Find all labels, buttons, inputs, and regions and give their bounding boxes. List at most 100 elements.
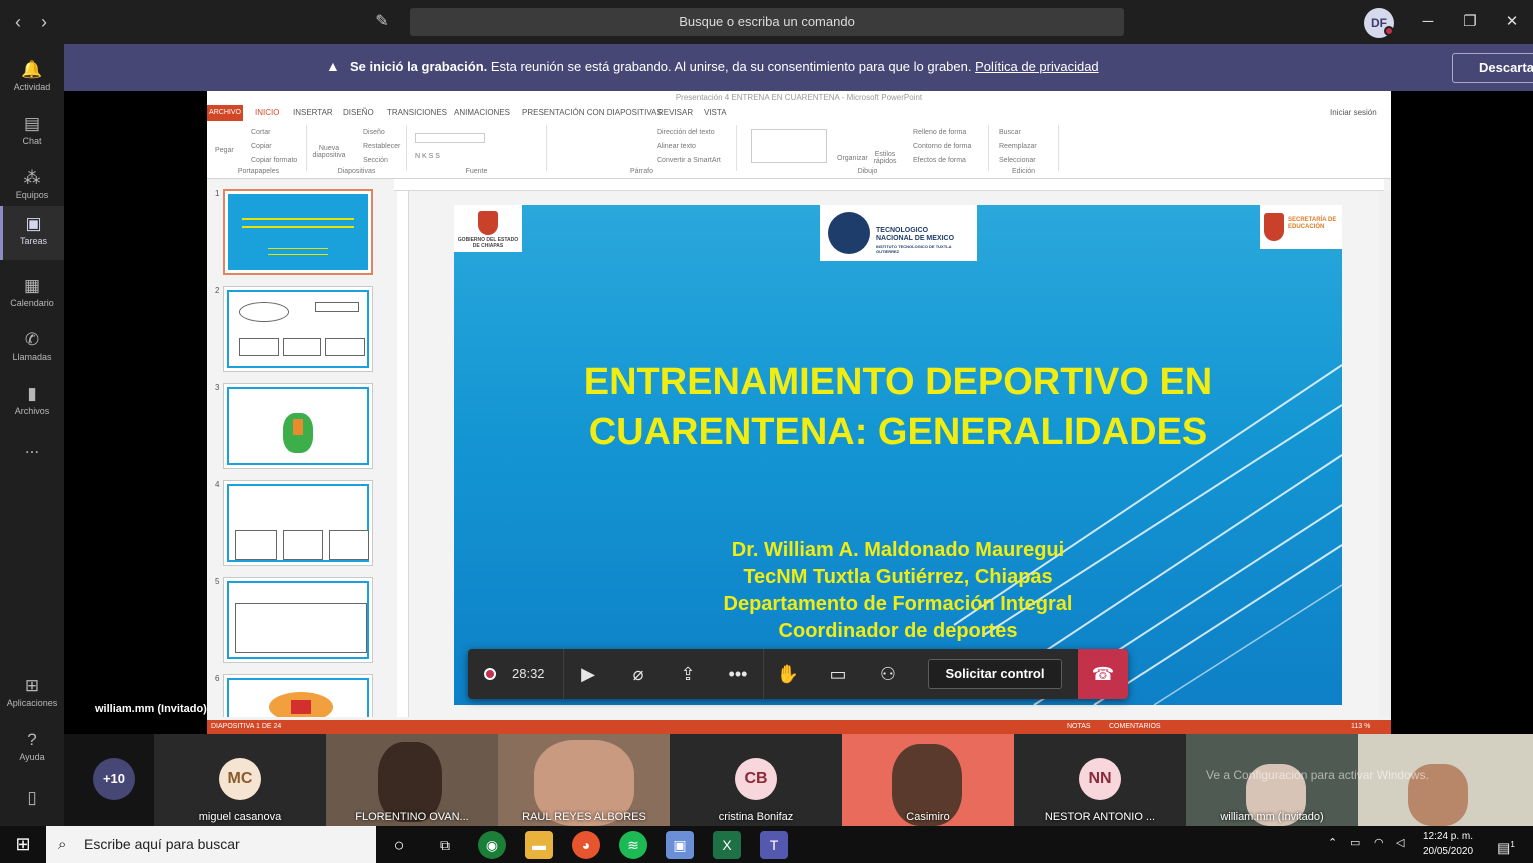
firefox-icon[interactable]: ◕ [572,831,600,859]
participant-tile[interactable]: MC miguel casanova [154,734,326,826]
cortana-icon[interactable]: ○ [385,831,413,859]
thumb-tree-trunk [293,419,303,435]
phone-hangup-icon: ☎ [1091,664,1115,684]
rail-item-activity[interactable]: 🔔 Actividad [0,52,64,106]
windows-start-icon[interactable]: ⊞ [0,826,46,863]
efectos-forma-button[interactable]: Efectos de forma [913,157,966,164]
diseno-button[interactable]: Diseño [363,129,385,136]
restablecer-button[interactable]: Restablecer [363,143,400,150]
battery-icon[interactable]: ▭ [1350,836,1360,849]
participants-icon[interactable]: ⚇ [863,649,913,699]
nueva-diapositiva-button[interactable]: Nueva diapositiva [311,145,347,159]
rail-item-calls[interactable]: ✆ Llamadas [0,322,64,376]
wifi-icon[interactable]: ◠ [1374,836,1384,849]
tray-chevron-icon[interactable]: ⌃ [1328,836,1337,849]
rail-label: Equipos [15,190,49,200]
rail-more-button[interactable]: ... [0,430,64,484]
zoom-level[interactable]: 113 % [1351,723,1370,730]
share-screen-icon[interactable]: ⇪ [663,649,713,699]
volume-icon[interactable]: ◁ [1396,836,1404,849]
menu-vista[interactable]: VISTA [704,108,727,117]
camera-icon[interactable]: ▶ [563,649,613,699]
contorno-forma-button[interactable]: Contorno de forma [913,143,971,150]
spotify-icon[interactable]: ≋ [619,831,647,859]
more-actions-icon[interactable]: ••• [713,649,763,699]
hang-up-button[interactable]: ☎ [1078,649,1128,699]
copiar-button[interactable]: Copiar [251,143,272,150]
dismiss-button[interactable]: Descartar [1452,53,1533,83]
menu-presentacion[interactable]: PRESENTACIÓN CON DIAPOSITIVAS [522,108,662,117]
maximize-icon[interactable]: ❐ [1458,10,1482,34]
seccion-button[interactable]: Sección [363,157,388,164]
slide-thumbnail[interactable] [223,480,373,566]
close-icon[interactable]: ✕ [1500,10,1524,34]
menu-insertar[interactable]: INSERTAR [293,108,333,117]
organizar-button[interactable]: Organizar [837,155,868,162]
pegar-button[interactable]: Pegar [215,147,234,154]
slide-thumbnail[interactable] [223,189,373,275]
cortar-button[interactable]: Cortar [251,129,270,136]
shapes-gallery[interactable] [751,129,827,163]
seleccionar-button[interactable]: Seleccionar [999,157,1036,164]
rail-item-chat[interactable]: ▤ Chat [0,106,64,160]
signin-link[interactable]: Iniciar sesión [1330,108,1377,117]
call-timer: 28:32 [512,666,545,681]
menu-diseno[interactable]: DISEÑO [343,108,374,117]
teams-taskbar-icon[interactable]: T [760,831,788,859]
file-explorer-icon[interactable]: ▬ [525,831,553,859]
back-arrow-icon[interactable]: ‹ [8,12,28,32]
participant-name: RAUL REYES ALBORES [522,811,646,823]
menu-revisar[interactable]: REVISAR [658,108,693,117]
raise-hand-icon[interactable]: ✋ [763,649,813,699]
menu-inicio[interactable]: INICIO [255,108,279,117]
more-participants-tile[interactable]: +10 [64,734,154,826]
alinear-texto-button[interactable]: Alinear texto [657,143,696,150]
photos-icon[interactable]: ▣ [666,831,694,859]
participant-tile[interactable]: Casimiro [842,734,1014,826]
apps-icon: ⊞ [24,676,40,695]
taskbar-clock[interactable]: 12:24 p. m. 20/05/2020 [1418,829,1478,859]
rail-item-help[interactable]: ? Ayuda [0,722,64,776]
notes-button[interactable]: NOTAS [1067,723,1091,730]
estilos-rapidos-button[interactable]: Estilos rápidos [871,151,899,165]
menu-transiciones[interactable]: TRANSICIONES [387,108,447,117]
compose-icon[interactable]: ✎ [371,11,393,33]
ppt-vertical-scrollbar[interactable] [1379,191,1391,717]
font-name-input[interactable] [415,133,485,143]
forward-arrow-icon[interactable]: › [34,12,54,32]
thumb-content [227,484,369,562]
comments-button[interactable]: COMENTARIOS [1109,723,1161,730]
excel-icon[interactable]: X [713,831,741,859]
mic-off-icon[interactable]: ⌀ [613,649,663,699]
chrome-icon[interactable]: ◉ [478,831,506,859]
slide-thumbnail[interactable] [223,674,373,717]
rail-item-calendar[interactable]: ▦ Calendario [0,268,64,322]
buscar-button[interactable]: Buscar [999,129,1021,136]
request-control-button[interactable]: Solicitar control [928,659,1062,689]
font-style-buttons[interactable]: N K S S [415,153,440,160]
participant-tile[interactable]: RAUL REYES ALBORES [498,734,670,826]
command-search-input[interactable]: Busque o escriba un comando [410,8,1124,36]
rail-item-tasks[interactable]: ▣ Tareas [0,206,64,260]
slide-thumbnail[interactable] [223,286,373,372]
participant-tile[interactable]: NN NESTOR ANTONIO ... [1014,734,1186,826]
relleno-forma-button[interactable]: Relleno de forma [913,129,966,136]
task-view-icon[interactable]: ⧉ [431,831,459,859]
slide-thumbnail[interactable] [223,577,373,663]
taskbar-search-input[interactable]: ⌕ Escribe aquí para buscar [46,826,376,863]
participant-tile[interactable]: CB cristina Bonifaz [670,734,842,826]
smartart-button[interactable]: Convertir a SmartArt [657,157,721,164]
rail-item-apps[interactable]: ⊞ Aplicaciones [0,668,64,722]
participant-tile[interactable]: FLORENTINO OVAN... [326,734,498,826]
notifications-icon[interactable]: ▤1 [1492,831,1520,859]
slide-thumbnail[interactable] [223,383,373,469]
copiar-formato-button[interactable]: Copiar formato [251,157,297,164]
reemplazar-button[interactable]: Reemplazar [999,143,1037,150]
menu-archivo[interactable]: ARCHIVO [207,105,243,121]
privacy-link[interactable]: Política de privacidad [975,59,1099,74]
minimize-icon[interactable]: ─ [1416,10,1440,34]
chat-icon[interactable]: ▭ [813,649,863,699]
menu-animaciones[interactable]: ANIMACIONES [454,108,510,117]
rail-item-files[interactable]: ▮ Archivos [0,376,64,430]
direccion-texto-button[interactable]: Dirección del texto [657,129,715,136]
